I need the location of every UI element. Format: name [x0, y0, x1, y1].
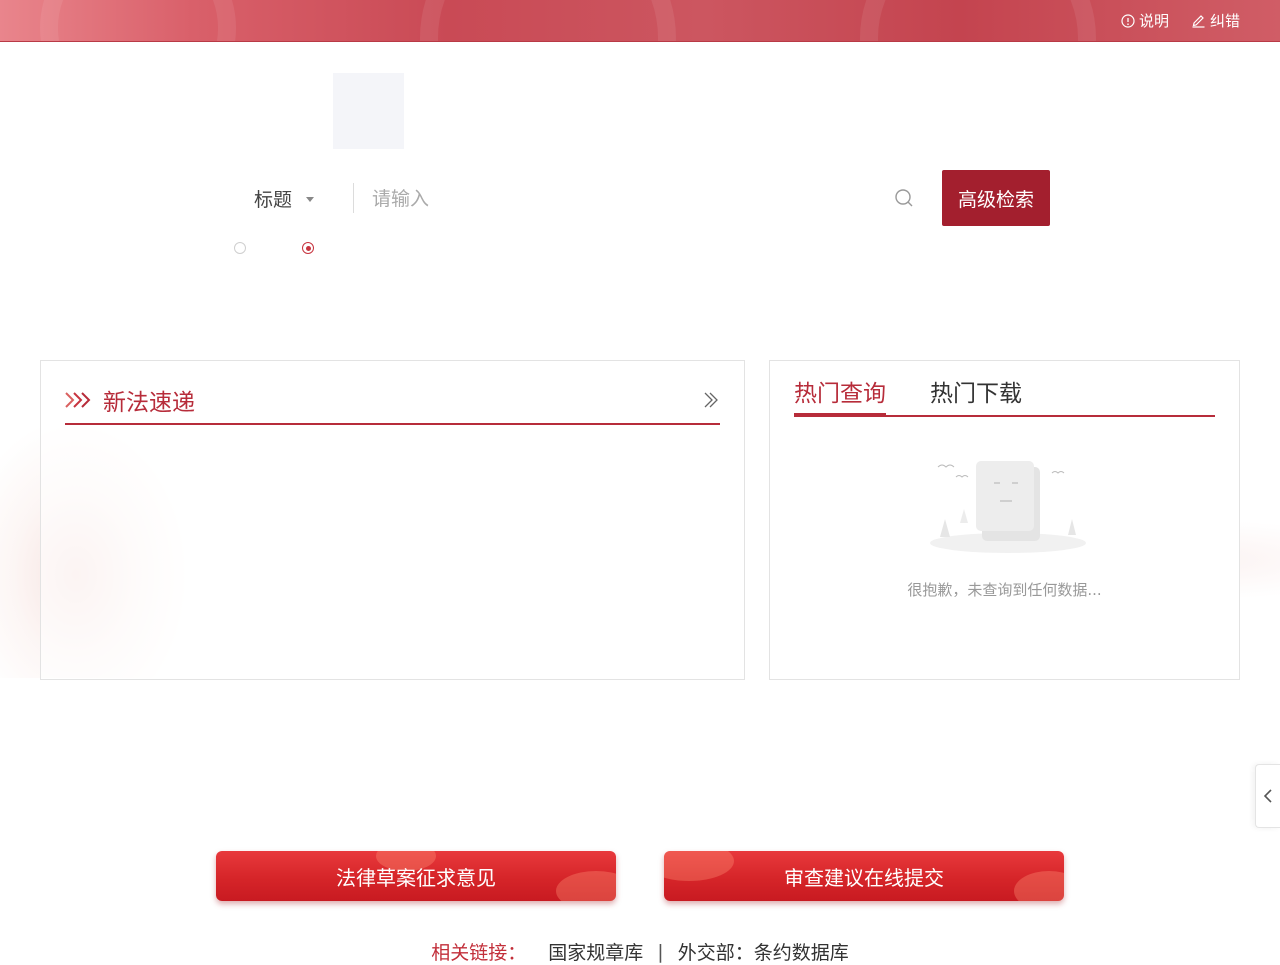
button-decoration: [1014, 871, 1064, 901]
search-input[interactable]: [370, 180, 874, 218]
related-link-rules-db[interactable]: 国家规章库: [548, 938, 643, 965]
tab-hot-downloads[interactable]: 热门下载: [930, 377, 1022, 415]
law-draft-comments-button[interactable]: 法律草案征求意见: [216, 851, 616, 901]
error-report-link[interactable]: 纠错: [1191, 10, 1240, 31]
banner-decoration: [860, 0, 1096, 41]
banner-decoration: [40, 0, 236, 41]
chevron-left-icon: [1263, 789, 1272, 803]
banner-decoration: [420, 0, 676, 41]
related-link-treaty-db[interactable]: 外交部：条约数据库: [678, 938, 849, 965]
hot-panel: 热门查询 热门下载 很抱歉，未查询到任何数据...: [769, 360, 1240, 680]
empty-state-message: 很抱歉，未查询到任何数据...: [907, 581, 1102, 599]
new-laws-title: 新法速递: [103, 390, 195, 416]
related-links-label: 相关链接：: [431, 942, 527, 964]
button-decoration: [556, 871, 616, 901]
button-decoration: [664, 851, 734, 881]
search-divider: [353, 183, 354, 213]
edit-icon: [1192, 15, 1205, 28]
topbar-links: 说明 纠错: [1121, 0, 1240, 41]
review-suggestion-label: 审查建议在线提交: [784, 865, 944, 890]
search-field-select[interactable]: 标题: [254, 170, 315, 226]
review-suggestion-button[interactable]: 审查建议在线提交: [664, 851, 1064, 901]
search-option-radio[interactable]: [234, 242, 246, 254]
related-links: 相关链接： 国家规章库 | 外交部：条约数据库: [0, 938, 1280, 965]
tab-hot-queries[interactable]: 热门查询: [794, 377, 886, 417]
hot-tabs: 热门查询 热门下载: [794, 377, 1215, 417]
caret-down-icon: [306, 196, 315, 202]
empty-state-illustration: [930, 461, 1086, 553]
search-field-label: 标题: [254, 188, 293, 211]
law-draft-comments-label: 法律草案征求意见: [336, 865, 496, 890]
info-icon: [1121, 13, 1135, 28]
search-bar: 标题 高级检索: [230, 170, 1050, 226]
search-icon[interactable]: [894, 188, 914, 208]
triple-chevron-icon: [65, 392, 91, 408]
new-laws-header: 新法速递: [65, 377, 720, 425]
new-laws-panel: 新法速递: [40, 360, 745, 680]
double-chevron-right-icon[interactable]: [702, 391, 720, 409]
search-option-radio-selected[interactable]: [302, 242, 314, 254]
side-collapse-tab[interactable]: [1255, 764, 1280, 828]
help-link-label: 说明: [1138, 12, 1169, 30]
site-logo: [333, 73, 404, 149]
advanced-search-button[interactable]: 高级检索: [942, 170, 1050, 226]
error-report-label: 纠错: [1209, 12, 1240, 30]
help-link[interactable]: 说明: [1121, 10, 1169, 31]
top-banner: 说明 纠错: [0, 0, 1280, 42]
link-separator: |: [657, 940, 664, 963]
